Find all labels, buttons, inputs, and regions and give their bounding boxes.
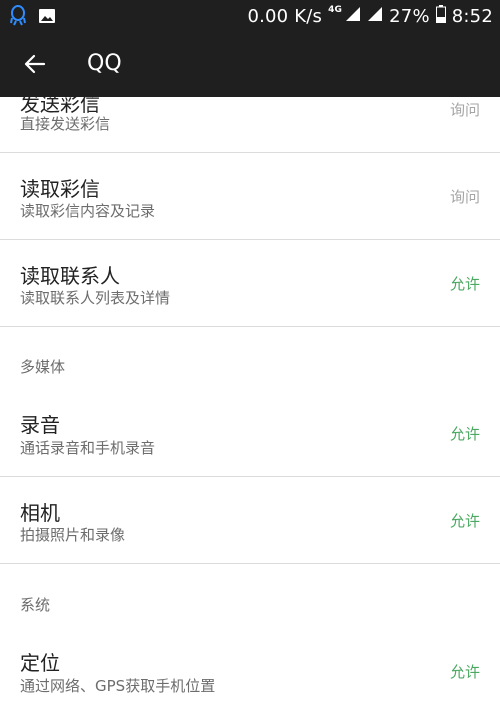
image-icon [38,8,56,28]
permission-status[interactable]: 允许 [450,510,480,531]
permission-title: 定位 [20,651,60,675]
section-header-multimedia: 多媒体 [20,358,66,376]
permission-status[interactable]: 询问 [450,99,480,120]
permission-read-mms[interactable]: 读取彩信 读取彩信内容及记录 询问 [0,153,500,239]
permission-status[interactable]: 询问 [450,186,480,207]
permission-desc: 拍摄照片和录像 [20,526,126,544]
wifi-signal-icon [367,6,383,27]
clock: 8:52 [451,5,493,27]
permission-status[interactable]: 允许 [450,661,480,682]
network-speed: 0.00 K/s [247,5,323,27]
status-bar-system: 0.00 K/s 4G 27% 8:52 [247,0,493,32]
qq-icon [10,5,26,31]
arrow-left-icon[interactable] [22,51,48,77]
permission-title: 录音 [20,413,60,437]
permission-location[interactable]: 定位 通过网络、GPS获取手机位置 允许 [0,630,500,711]
permission-title: 读取彩信 [20,177,100,201]
battery-icon [435,4,446,28]
permission-desc: 读取联系人列表及详情 [20,289,171,307]
section-header-system: 系统 [20,596,51,614]
app-bar: QQ [0,32,500,97]
permission-record-audio[interactable]: 录音 通话录音和手机录音 允许 [0,392,500,476]
permission-title: 相机 [20,501,60,525]
divider [0,563,500,564]
status-bar: 0.00 K/s 4G 27% 8:52 [0,0,500,32]
status-bar-notifications [10,5,56,31]
signal-icon [345,6,361,27]
permission-send-mms[interactable]: 发送彩信 直接发送彩信 询问 [0,97,500,152]
permission-title: 读取联系人 [20,264,120,288]
divider [0,326,500,327]
permission-desc: 读取彩信内容及记录 [20,202,156,220]
permission-desc: 通话录音和手机录音 [20,439,156,457]
permission-status[interactable]: 允许 [450,423,480,444]
permission-read-contacts[interactable]: 读取联系人 读取联系人列表及详情 允许 [0,240,500,326]
permission-desc: 通过网络、GPS获取手机位置 [20,677,216,695]
permission-camera[interactable]: 相机 拍摄照片和录像 允许 [0,477,500,563]
page-title: QQ [87,51,122,76]
permission-status[interactable]: 允许 [450,273,480,294]
permission-list: 发送彩信 直接发送彩信 询问 读取彩信 读取彩信内容及记录 询问 读取联系人 读… [0,97,500,711]
permission-desc: 直接发送彩信 [20,115,111,133]
battery-percent: 27% [389,5,430,27]
network-type-label: 4G [328,5,343,15]
